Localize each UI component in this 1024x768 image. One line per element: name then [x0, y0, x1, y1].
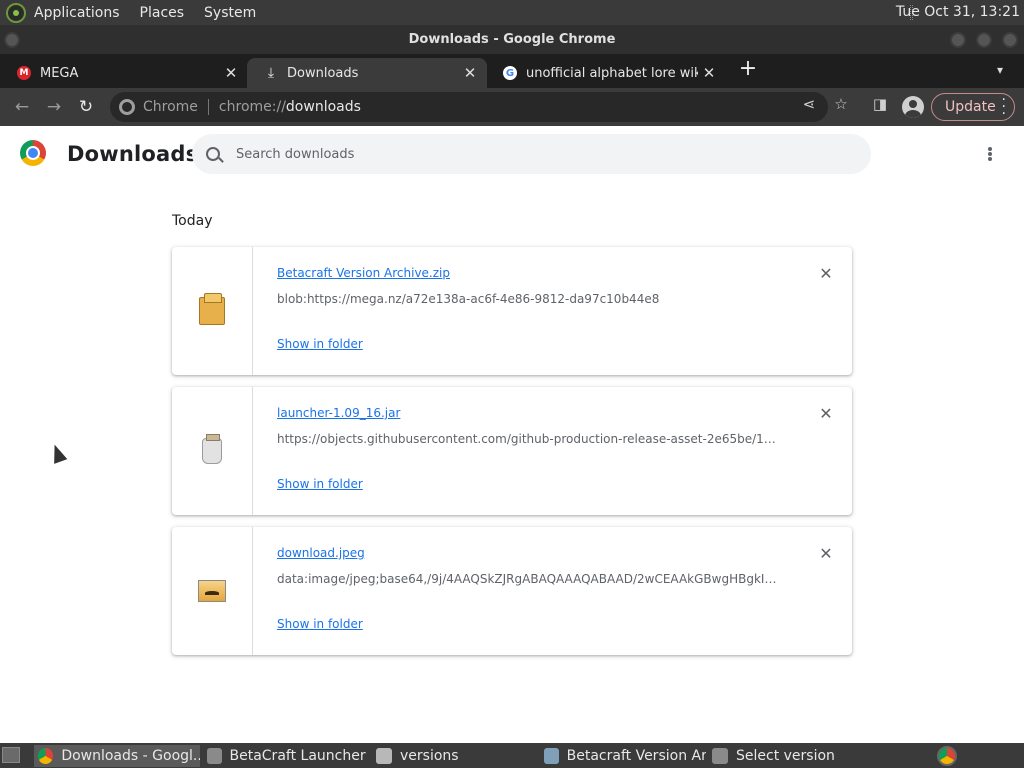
url-scheme: chrome://: [218, 99, 286, 115]
kebab-menu-icon[interactable]: · · ·: [1002, 93, 1006, 121]
omnibox-divider: [207, 99, 209, 115]
tab-label: Downloads: [287, 65, 359, 81]
search-input[interactable]: [236, 146, 836, 162]
chrome-logo-icon: [20, 140, 46, 166]
clock[interactable]: Tue Oct 31, 13:21: [896, 4, 1020, 20]
source-url: data:image/jpeg;base64,/9j/4AAQSkZJRgABA…: [277, 572, 777, 586]
window-titlebar[interactable]: Downloads - Google Chrome: [0, 25, 1024, 54]
forward-arrow-icon[interactable]: →: [42, 95, 66, 119]
image-file-icon[interactable]: [198, 580, 226, 602]
tab-strip: M MEGA ✕ ⤓ Downloads ✕ G unofficial alph…: [0, 54, 1024, 88]
maximize-button[interactable]: [976, 32, 992, 48]
side-panel-icon[interactable]: ◨: [871, 95, 889, 113]
profile-avatar-icon[interactable]: [902, 96, 924, 118]
update-button[interactable]: Update · · ·: [931, 93, 1015, 121]
page-title: Downloads: [67, 142, 199, 166]
archive-manager-icon: [544, 748, 559, 764]
menu-system[interactable]: System: [204, 5, 256, 21]
taskbar-item-betacraft-launcher[interactable]: BetaCraft Launcher ...: [203, 745, 369, 767]
taskbar-item-chrome[interactable]: Downloads - Googl...: [34, 745, 200, 767]
source-url: https://objects.githubusercontent.com/gi…: [277, 432, 777, 446]
download-item: download.jpeg data:image/jpeg;base64,/9j…: [172, 527, 852, 655]
tab-label: MEGA: [40, 65, 79, 81]
download-item: Betacraft Version Archive.zip blob:https…: [172, 247, 852, 375]
taskbar-item-select-version[interactable]: Select version: [708, 745, 874, 767]
taskbar-label: versions: [400, 748, 459, 764]
share-icon[interactable]: ⋖: [800, 95, 818, 113]
url-host: downloads: [285, 99, 361, 115]
zip-archive-icon[interactable]: [199, 293, 225, 325]
show-in-folder-link[interactable]: Show in folder: [277, 337, 363, 351]
minimize-button[interactable]: [950, 32, 966, 48]
download-icon: ⤓: [267, 65, 275, 81]
search-bar[interactable]: [192, 134, 871, 174]
remove-from-list-icon[interactable]: ✕: [815, 263, 837, 285]
chrome-site-icon[interactable]: [119, 99, 135, 115]
close-tab-icon[interactable]: ✕: [220, 64, 242, 82]
new-tab-button[interactable]: +: [736, 58, 760, 82]
show-in-folder-link[interactable]: Show in folder: [277, 477, 363, 491]
downloads-page: Downloads Today Betacraft Version Archiv…: [0, 126, 1024, 743]
bookmark-star-icon[interactable]: ☆: [832, 95, 850, 113]
remove-from-list-icon[interactable]: ✕: [815, 403, 837, 425]
reload-icon[interactable]: ↻: [74, 95, 98, 119]
remove-from-list-icon[interactable]: ✕: [815, 543, 837, 565]
file-name-link[interactable]: download.jpeg: [277, 546, 365, 560]
os-taskbar: Downloads - Googl... BetaCraft Launcher …: [0, 743, 1024, 768]
more-actions-icon[interactable]: [980, 143, 1000, 165]
browser-toolbar: ← → ↻ Chrome chrome://downloads ⋖ ☆ ◨: [0, 88, 1024, 126]
address-bar[interactable]: Chrome chrome://downloads: [110, 92, 828, 122]
taskbar-item-archive-manager[interactable]: Betacraft Version Ar...: [540, 745, 706, 767]
search-icon[interactable]: [206, 147, 220, 161]
mega-icon: M: [16, 65, 32, 81]
tab-label: unofficial alphabet lore wiki - G: [526, 65, 698, 81]
back-arrow-icon[interactable]: ←: [10, 95, 34, 119]
tab-downloads[interactable]: ⤓ Downloads ✕: [247, 58, 487, 88]
google-icon: G: [502, 65, 518, 81]
file-icon-column: [172, 527, 253, 655]
window-title: Downloads - Google Chrome: [408, 32, 616, 47]
chrome-icon: [38, 748, 54, 764]
url-text[interactable]: chrome://downloads: [219, 99, 361, 115]
show-desktop-icon[interactable]: [2, 747, 20, 763]
os-top-panel: Applications Places System Tue Oct 31, 1…: [0, 0, 1024, 25]
download-list: Betacraft Version Archive.zip blob:https…: [172, 247, 852, 667]
file-name-link[interactable]: launcher-1.09_16.jar: [277, 406, 400, 420]
download-item: launcher-1.09_16.jar https://objects.git…: [172, 387, 852, 515]
menu-applications[interactable]: Applications: [34, 5, 120, 21]
taskbar-item-versions-folder[interactable]: versions: [372, 745, 538, 767]
menu-places[interactable]: Places: [140, 5, 185, 21]
close-tab-icon[interactable]: ✕: [698, 64, 720, 82]
tab-alphabet-lore[interactable]: G unofficial alphabet lore wiki - G ✕: [486, 58, 726, 88]
site-chip-label: Chrome: [143, 99, 198, 115]
tab-search-chevron-icon[interactable]: ▾: [990, 60, 1010, 80]
tab-mega[interactable]: M MEGA ✕: [0, 58, 248, 88]
source-url: blob:https://mega.nz/a72e138a-ac6f-4e86-…: [277, 292, 660, 306]
file-icon-column: [172, 247, 253, 375]
jar-file-icon[interactable]: [202, 434, 222, 464]
taskbar-label: Downloads - Googl...: [61, 748, 200, 764]
file-name-link[interactable]: Betacraft Version Archive.zip: [277, 266, 450, 280]
update-label: Update: [945, 99, 996, 115]
taskbar-label: Betacraft Version Ar...: [566, 748, 706, 764]
taskbar-label: BetaCraft Launcher ...: [229, 748, 370, 764]
taskbar-label: Select version: [736, 748, 835, 764]
date-section-title: Today: [172, 213, 213, 229]
tray-chrome-icon[interactable]: [937, 746, 957, 766]
close-tab-icon[interactable]: ✕: [459, 64, 481, 82]
folder-icon: [376, 748, 392, 764]
java-app-icon: [207, 748, 222, 764]
file-icon-column: [172, 387, 253, 515]
java-app-icon: [712, 748, 728, 764]
distro-logo-icon[interactable]: [6, 2, 26, 23]
close-window-button[interactable]: [1002, 32, 1018, 48]
show-in-folder-link[interactable]: Show in folder: [277, 617, 363, 631]
